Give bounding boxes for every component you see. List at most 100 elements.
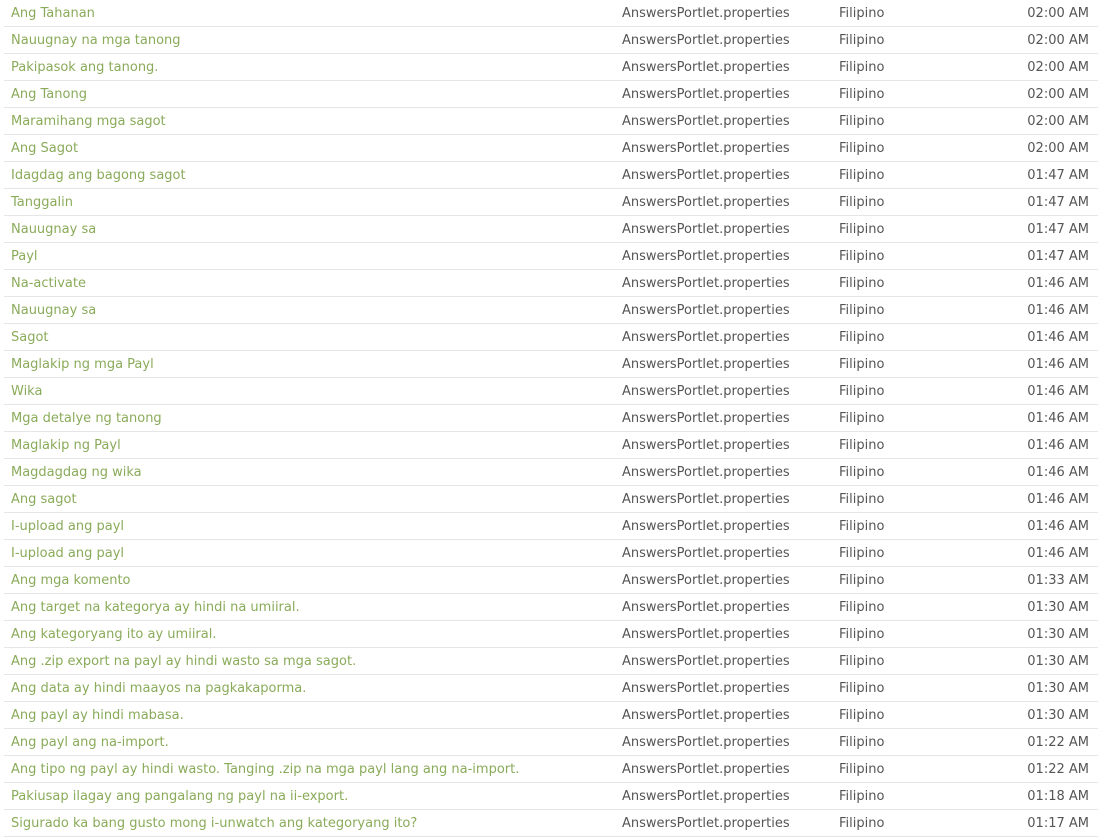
translation-link[interactable]: Payl — [11, 249, 38, 264]
timestamp: 01:46 AM — [1027, 410, 1089, 426]
translation-link[interactable]: Ang mga komento — [11, 573, 131, 588]
timestamp: 01:46 AM — [1027, 464, 1089, 480]
file-name: AnswersPortlet.properties — [622, 518, 790, 534]
timestamp: 01:17 AM — [1027, 815, 1089, 831]
language-name: Filipino — [839, 86, 885, 102]
translation-link[interactable]: Ang Sagot — [11, 141, 78, 156]
translation-link[interactable]: Nauugnay na mga tanong — [11, 33, 181, 48]
translation-link[interactable]: Ang kategoryang ito ay umiiral. — [11, 627, 216, 642]
timestamp: 01:30 AM — [1027, 707, 1089, 723]
translation-link[interactable]: Ang sagot — [11, 492, 77, 507]
table-row: Ang .zip export na payl ay hindi wasto s… — [4, 648, 1098, 675]
file-name: AnswersPortlet.properties — [622, 599, 790, 615]
translation-link[interactable]: Magdagdag ng wika — [11, 465, 142, 480]
file-name: AnswersPortlet.properties — [622, 356, 790, 372]
file-name: AnswersPortlet.properties — [622, 32, 790, 48]
text-cell: Nauugnay sa — [4, 303, 622, 318]
file-name: AnswersPortlet.properties — [622, 653, 790, 669]
table-row: Pakipasok ang tanong. AnswersPortlet.prop… — [4, 54, 1098, 81]
text-cell: Ang tipo ng payl ay hindi wasto. Tanging… — [4, 762, 622, 777]
file-name: AnswersPortlet.properties — [622, 383, 790, 399]
timestamp: 01:46 AM — [1027, 437, 1089, 453]
text-cell: Ang payl ang na-import. — [4, 735, 622, 750]
translation-link[interactable]: Tanggalin — [11, 195, 73, 210]
timestamp: 01:46 AM — [1027, 302, 1089, 318]
text-cell: Ang data ay hindi maayos na pagkakaporma… — [4, 681, 622, 696]
text-cell: Ang Tahanan — [4, 6, 622, 21]
translation-link[interactable]: Ang tipo ng payl ay hindi wasto. Tanging… — [11, 762, 519, 777]
timestamp: 01:47 AM — [1027, 167, 1089, 183]
translation-link[interactable]: Maramihang mga sagot — [11, 114, 166, 129]
text-cell: Tanggalin — [4, 195, 622, 210]
translation-link[interactable]: Sigurado ka bang gusto mong i-unwatch an… — [11, 816, 417, 831]
translation-link[interactable]: I-upload ang payl — [11, 546, 124, 561]
table-row: Ang Sagot AnswersPortlet.properties Filipi… — [4, 135, 1098, 162]
timestamp: 02:00 AM — [1027, 113, 1089, 129]
translation-link[interactable]: Wika — [11, 384, 42, 399]
translation-link[interactable]: Nauugnay sa — [11, 303, 96, 318]
language-name: Filipino — [839, 275, 885, 291]
translation-link[interactable]: I-upload ang payl — [11, 519, 124, 534]
language-name: Filipino — [839, 437, 885, 453]
language-name: Filipino — [839, 491, 885, 507]
timestamp: 01:30 AM — [1027, 599, 1089, 615]
file-name: AnswersPortlet.properties — [622, 5, 790, 21]
file-name: AnswersPortlet.properties — [622, 329, 790, 345]
translation-link[interactable]: Nauugnay sa — [11, 222, 96, 237]
text-cell: Wika — [4, 384, 622, 399]
translation-link[interactable]: Pakiusap ilagay ang pangalang ng payl na… — [11, 789, 348, 804]
translation-link[interactable]: Ang data ay hindi maayos na pagkakaporma… — [11, 681, 306, 696]
language-name: Filipino — [839, 5, 885, 21]
file-name: AnswersPortlet.properties — [622, 167, 790, 183]
table-row: Ang data ay hindi maayos na pagkakaporma… — [4, 675, 1098, 702]
file-name: AnswersPortlet.properties — [622, 734, 790, 750]
text-cell: Payl — [4, 249, 622, 264]
table-row: Sagot AnswersPortlet.properties Filipino 01… — [4, 324, 1098, 351]
file-name: AnswersPortlet.properties — [622, 626, 790, 642]
translation-link[interactable]: Na-activate — [11, 276, 86, 291]
text-cell: I-upload ang payl — [4, 546, 622, 561]
text-cell: Magdagdag ng wika — [4, 465, 622, 480]
table-row: I-upload ang payl AnswersPortlet.properti… — [4, 513, 1098, 540]
translation-link[interactable]: Idagdag ang bagong sagot — [11, 168, 186, 183]
timestamp: 01:46 AM — [1027, 383, 1089, 399]
text-cell: Ang sagot — [4, 492, 622, 507]
file-name: AnswersPortlet.properties — [622, 815, 790, 831]
table-row: Mga detalye ng tanong AnswersPortlet.prop… — [4, 405, 1098, 432]
translation-link[interactable]: Pakipasok ang tanong. — [11, 60, 158, 75]
translation-link[interactable]: Maglakip ng Payl — [11, 438, 121, 453]
text-cell: Ang target na kategorya ay hindi na umii… — [4, 600, 622, 615]
table-row: Wika AnswersPortlet.properties Filipino 01:… — [4, 378, 1098, 405]
timestamp: 02:00 AM — [1027, 32, 1089, 48]
text-cell: I-upload ang payl — [4, 519, 622, 534]
translation-link[interactable]: Ang Tanong — [11, 87, 87, 102]
timestamp: 01:33 AM — [1027, 572, 1089, 588]
timestamp: 01:22 AM — [1027, 734, 1089, 750]
translation-link[interactable]: Mga detalye ng tanong — [11, 411, 162, 426]
file-name: AnswersPortlet.properties — [622, 86, 790, 102]
file-name: AnswersPortlet.properties — [622, 140, 790, 156]
translation-link[interactable]: Sagot — [11, 330, 49, 345]
table-row: I-upload ang payl AnswersPortlet.properti… — [4, 540, 1098, 567]
translation-link[interactable]: Ang .zip export na payl ay hindi wasto s… — [11, 654, 356, 669]
translation-link[interactable]: Ang payl ay hindi mabasa. — [11, 708, 184, 723]
language-name: Filipino — [839, 113, 885, 129]
translation-link[interactable]: Maglakip ng mga Payl — [11, 357, 154, 372]
translation-link[interactable]: Ang target na kategorya ay hindi na umii… — [11, 600, 300, 615]
language-name: Filipino — [839, 518, 885, 534]
translation-link[interactable]: Ang Tahanan — [11, 6, 95, 21]
text-cell: Na-activate — [4, 276, 622, 291]
table-row: Magdagdag ng wika AnswersPortlet.properti… — [4, 459, 1098, 486]
file-name: AnswersPortlet.properties — [622, 221, 790, 237]
timestamp: 01:30 AM — [1027, 626, 1089, 642]
text-cell: Nauugnay na mga tanong — [4, 33, 622, 48]
translation-link[interactable]: Ang payl ang na-import. — [11, 735, 169, 750]
language-name: Filipino — [839, 221, 885, 237]
table-row: Ang Tanong AnswersPortlet.properties Filip… — [4, 81, 1098, 108]
timestamp: 01:30 AM — [1027, 680, 1089, 696]
timestamp: 01:30 AM — [1027, 653, 1089, 669]
timestamp: 01:46 AM — [1027, 329, 1089, 345]
text-cell: Pakiusap ilagay ang pangalang ng payl na… — [4, 789, 622, 804]
text-cell: Ang mga komento — [4, 573, 622, 588]
text-cell: Nauugnay sa — [4, 222, 622, 237]
